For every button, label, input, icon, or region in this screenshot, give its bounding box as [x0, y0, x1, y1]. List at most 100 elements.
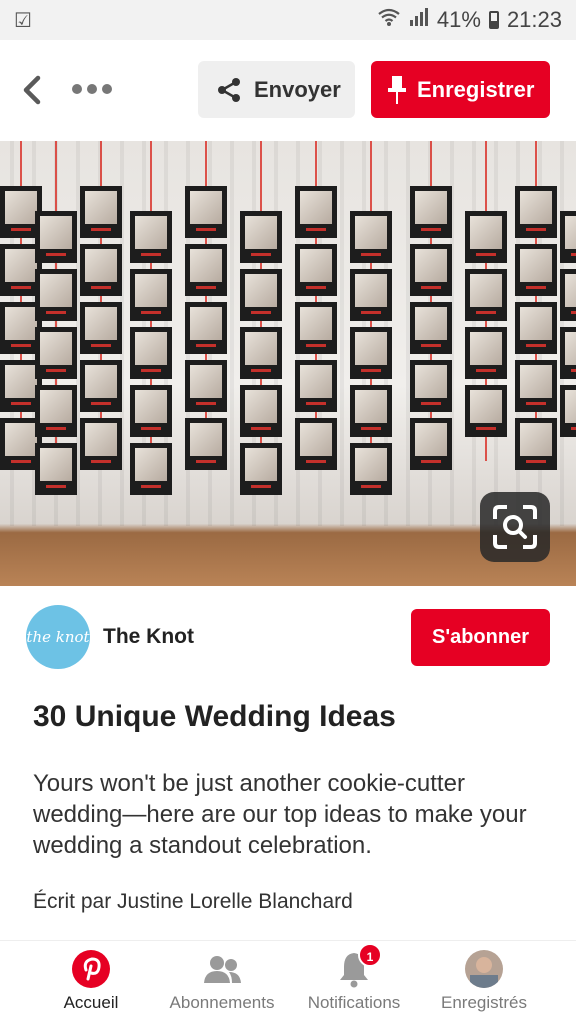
photo-frame	[185, 360, 227, 412]
nav-item-following[interactable]: Abonnements	[152, 945, 292, 1021]
photo-frame	[410, 418, 452, 470]
photo-tag	[11, 285, 31, 289]
photo-tag	[476, 426, 496, 430]
save-button[interactable]: Enregistrer	[371, 61, 550, 118]
back-chevron-icon	[23, 75, 41, 105]
wedding-photo	[470, 390, 502, 423]
photo-frame	[185, 418, 227, 470]
photo-frame	[35, 327, 77, 379]
photo-frame	[295, 418, 337, 470]
follow-button[interactable]: S'abonner	[411, 609, 550, 666]
wedding-photo	[135, 274, 167, 307]
wedding-photo	[415, 423, 447, 456]
wedding-photo	[40, 216, 72, 249]
nav-item-saved[interactable]: Enregistrés	[414, 945, 554, 1021]
wedding-photo	[85, 307, 117, 340]
photo-tag	[141, 252, 161, 256]
top-bar: Envoyer Enregistrer	[0, 40, 576, 140]
photo-tag	[196, 401, 216, 405]
pin-byline: Écrit par Justine Lorelle Blanchard	[33, 890, 353, 913]
wedding-photo	[245, 390, 277, 423]
photo-frame	[35, 269, 77, 321]
photo-frame	[465, 269, 507, 321]
photo-tag	[91, 227, 111, 231]
photo-tag	[46, 368, 66, 372]
pin-description: Yours won't be just another cookie-cutte…	[33, 770, 527, 859]
author-row: the knot The Knot S'abonner	[0, 586, 576, 692]
wedding-photo	[40, 274, 72, 307]
wedding-photo	[355, 274, 387, 307]
wedding-photo	[190, 423, 222, 456]
wedding-photo	[135, 216, 167, 249]
photo-tag	[91, 343, 111, 347]
wedding-photo	[300, 423, 332, 456]
author-name[interactable]: The Knot	[103, 625, 194, 649]
photo-tag	[196, 343, 216, 347]
photo-frame	[465, 327, 507, 379]
photo-tag	[476, 368, 496, 372]
status-bar: ☑ 41% 21:23	[0, 0, 576, 40]
photo-frame	[130, 443, 172, 495]
photo-frame	[35, 443, 77, 495]
more-options-button[interactable]	[72, 74, 118, 104]
photo-tag	[251, 484, 271, 488]
more-dots-icon	[72, 84, 82, 94]
curtain-fold	[340, 141, 344, 526]
battery-percent: 41%	[436, 7, 481, 32]
send-label: Envoyer	[254, 76, 341, 102]
bottom-nav: Accueil Abonnements 1 Notifications Enre…	[0, 940, 576, 1025]
photo-tag	[571, 426, 576, 430]
pin-image[interactable]	[0, 141, 576, 586]
nav-label-saved: Enregistrés	[441, 993, 527, 1012]
photo-tag	[251, 310, 271, 314]
photo-tag	[46, 252, 66, 256]
photo-frame	[240, 269, 282, 321]
photo-tag	[11, 459, 31, 463]
wedding-photo	[520, 307, 552, 340]
photo-tag	[46, 426, 66, 430]
photo-tag	[476, 252, 496, 256]
battery-icon	[488, 11, 499, 29]
photo-tag	[526, 459, 546, 463]
photo-tag	[141, 368, 161, 372]
wedding-photo	[520, 191, 552, 224]
curtain-fold	[230, 141, 234, 526]
wedding-photo	[415, 365, 447, 398]
wedding-photo	[135, 332, 167, 365]
pin-title: 30 Unique Wedding Ideas	[33, 700, 396, 733]
wedding-photo	[5, 365, 37, 398]
wedding-photo	[415, 307, 447, 340]
photo-frame	[185, 302, 227, 354]
wedding-photo	[5, 191, 37, 224]
photo-frame	[130, 327, 172, 379]
photo-frame	[515, 244, 557, 296]
photo-tag	[526, 227, 546, 231]
photo-tag	[196, 459, 216, 463]
photo-frame	[560, 385, 576, 437]
author-avatar[interactable]: the knot	[26, 605, 90, 669]
photo-tag	[91, 459, 111, 463]
photo-frame	[80, 418, 122, 470]
photo-tag	[46, 310, 66, 314]
wedding-photo	[85, 423, 117, 456]
photo-frame	[350, 385, 392, 437]
photo-frame	[130, 211, 172, 263]
send-button[interactable]: Envoyer	[198, 61, 355, 118]
clock: 21:23	[506, 7, 562, 32]
wedding-photo	[135, 448, 167, 481]
wedding-photo	[40, 390, 72, 423]
nav-item-notifications[interactable]: 1 Notifications	[284, 943, 424, 1021]
photo-tag	[306, 401, 326, 405]
share-icon	[218, 77, 240, 102]
visual-search-button[interactable]	[480, 492, 550, 562]
back-button[interactable]	[18, 70, 54, 110]
photo-tag	[476, 310, 496, 314]
wedding-photo	[135, 390, 167, 423]
photo-tag	[251, 368, 271, 372]
nav-item-home[interactable]: Accueil	[21, 945, 161, 1021]
wedding-photo	[470, 216, 502, 249]
photo-frame	[560, 269, 576, 321]
photo-frame	[515, 302, 557, 354]
photo-frame	[185, 244, 227, 296]
photo-tag	[361, 426, 381, 430]
